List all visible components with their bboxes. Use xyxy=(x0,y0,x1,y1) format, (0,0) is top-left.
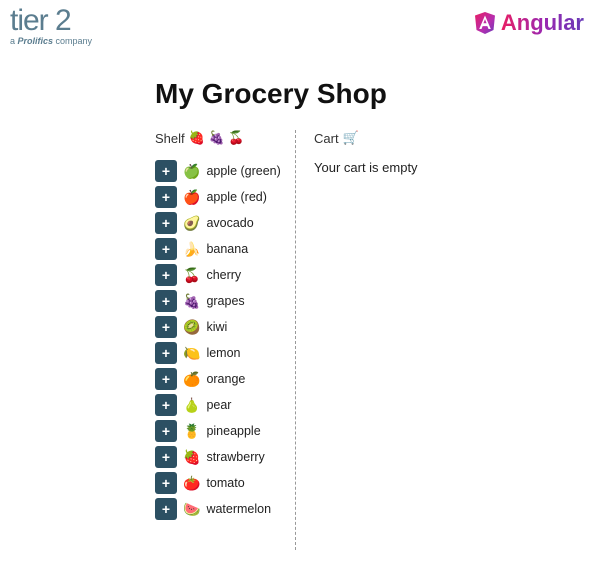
shelf-item: + 🥝 kiwi xyxy=(155,316,285,338)
item-emoji-icon: 🍒 xyxy=(183,267,200,284)
shelf-item: + 🍎 apple (red) xyxy=(155,186,285,208)
item-name-label: orange xyxy=(206,372,245,386)
item-emoji-icon: 🍏 xyxy=(183,163,200,180)
shelf-item: + 🍌 banana xyxy=(155,238,285,260)
cart-icon: 🛒 xyxy=(343,130,359,146)
item-name-label: apple (red) xyxy=(206,190,266,204)
shelf-label: Shelf 🍓 🍇 🍒 xyxy=(155,130,285,146)
item-name-label: tomato xyxy=(206,476,244,490)
add-to-cart-button[interactable]: + xyxy=(155,368,177,390)
tier2-logo-sub: a Prolifics company xyxy=(10,36,92,46)
shelf-item: + 🥑 avocado xyxy=(155,212,285,234)
item-emoji-icon: 🍇 xyxy=(183,293,200,310)
item-name-label: lemon xyxy=(206,346,240,360)
item-emoji-icon: 🍐 xyxy=(183,397,200,414)
item-emoji-icon: 🍍 xyxy=(183,423,200,440)
tier2-sub-prefix: a xyxy=(10,36,18,46)
item-emoji-icon: 🍉 xyxy=(183,501,200,518)
tier2-sub-brand: Prolifics xyxy=(18,36,54,46)
item-emoji-icon: 🍎 xyxy=(183,189,200,206)
cart-column: Cart 🛒 Your cart is empty xyxy=(295,130,418,550)
content: Shelf 🍓 🍇 🍒 + 🍏 apple (green) + 🍎 apple (red)… xyxy=(155,130,602,550)
add-to-cart-button[interactable]: + xyxy=(155,316,177,338)
shelf-item: + 🍐 pear xyxy=(155,394,285,416)
shelf-item: + 🍏 apple (green) xyxy=(155,160,285,182)
add-to-cart-button[interactable]: + xyxy=(155,394,177,416)
add-to-cart-button[interactable]: + xyxy=(155,498,177,520)
item-name-label: strawberry xyxy=(206,450,264,464)
shelf-item: + 🍇 grapes xyxy=(155,290,285,312)
tier2-sub-suffix: company xyxy=(53,36,92,46)
add-to-cart-button[interactable]: + xyxy=(155,186,177,208)
item-name-label: avocado xyxy=(206,216,253,230)
shelf-item: + 🍉 watermelon xyxy=(155,498,285,520)
item-emoji-icon: 🍅 xyxy=(183,475,200,492)
add-to-cart-button[interactable]: + xyxy=(155,420,177,442)
item-emoji-icon: 🥝 xyxy=(183,319,200,336)
shelf-item: + 🍊 orange xyxy=(155,368,285,390)
item-name-label: banana xyxy=(206,242,248,256)
add-to-cart-button[interactable]: + xyxy=(155,212,177,234)
angular-label: Angular xyxy=(501,10,584,36)
add-to-cart-button[interactable]: + xyxy=(155,160,177,182)
add-to-cart-button[interactable]: + xyxy=(155,342,177,364)
item-name-label: pear xyxy=(206,398,231,412)
item-emoji-icon: 🍌 xyxy=(183,241,200,258)
header: tier 2 a Prolifics company Angular xyxy=(0,0,602,46)
shelf-column: Shelf 🍓 🍇 🍒 + 🍏 apple (green) + 🍎 apple (red)… xyxy=(155,130,295,550)
shelf-item: + 🍒 cherry xyxy=(155,264,285,286)
cart-label-text: Cart xyxy=(314,131,339,146)
shelf-label-emojis: 🍓 🍇 🍒 xyxy=(189,130,245,146)
shelf-list: + 🍏 apple (green) + 🍎 apple (red) + 🥑 avocado + 🍌 b… xyxy=(155,160,285,520)
item-name-label: cherry xyxy=(206,268,241,282)
tier2-logo-main: tier 2 xyxy=(10,6,71,36)
item-emoji-icon: 🍋 xyxy=(183,345,200,362)
cart-empty-message: Your cart is empty xyxy=(314,160,418,175)
tier2-logo: tier 2 a Prolifics company xyxy=(10,6,92,46)
item-name-label: kiwi xyxy=(206,320,227,334)
cart-label: Cart 🛒 xyxy=(314,130,418,146)
shelf-item: + 🍓 strawberry xyxy=(155,446,285,468)
page-title: My Grocery Shop xyxy=(155,78,602,110)
shelf-label-text: Shelf xyxy=(155,131,185,146)
shelf-item: + 🍍 pineapple xyxy=(155,420,285,442)
item-name-label: grapes xyxy=(206,294,244,308)
add-to-cart-button[interactable]: + xyxy=(155,290,177,312)
item-name-label: pineapple xyxy=(206,424,260,438)
item-emoji-icon: 🥑 xyxy=(183,215,200,232)
item-name-label: apple (green) xyxy=(206,164,280,178)
add-to-cart-button[interactable]: + xyxy=(155,472,177,494)
item-emoji-icon: 🍊 xyxy=(183,371,200,388)
add-to-cart-button[interactable]: + xyxy=(155,446,177,468)
shelf-item: + 🍅 tomato xyxy=(155,472,285,494)
item-name-label: watermelon xyxy=(206,502,271,516)
shelf-item: + 🍋 lemon xyxy=(155,342,285,364)
angular-shield-icon xyxy=(473,11,497,35)
add-to-cart-button[interactable]: + xyxy=(155,238,177,260)
add-to-cart-button[interactable]: + xyxy=(155,264,177,286)
item-emoji-icon: 🍓 xyxy=(183,449,200,466)
angular-logo: Angular xyxy=(473,10,584,36)
